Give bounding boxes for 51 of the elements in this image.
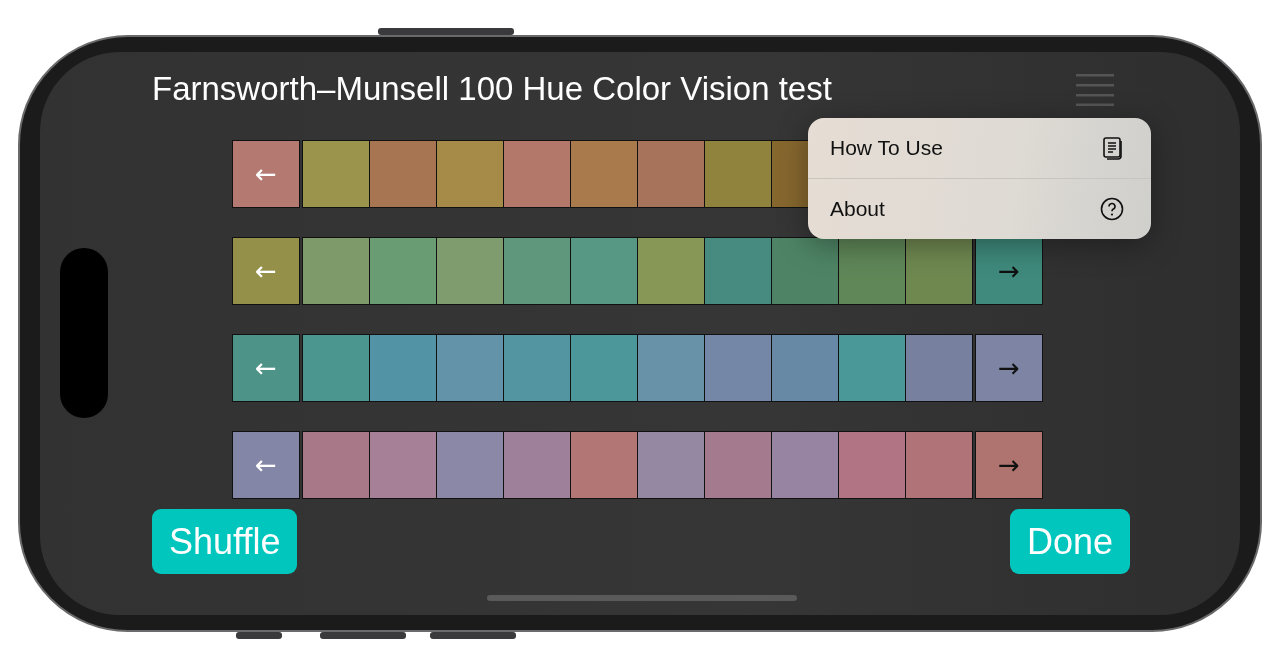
color-tile[interactable] [302, 431, 370, 499]
action-button[interactable]: Done [1009, 509, 1130, 574]
app-title: Farnsworth–Munsell 100 Hue Color Vision test [152, 70, 832, 108]
color-tile[interactable] [369, 334, 437, 402]
color-tile[interactable] [704, 431, 772, 499]
color-tile[interactable] [503, 140, 571, 208]
arrow-tile[interactable]: ← [232, 140, 300, 208]
color-tile[interactable] [905, 431, 973, 499]
color-tile[interactable] [704, 334, 772, 402]
color-tile[interactable] [637, 237, 705, 305]
arrow-tile[interactable]: ← [232, 237, 300, 305]
color-tile[interactable] [302, 237, 370, 305]
color-tile[interactable] [369, 140, 437, 208]
color-tile[interactable] [369, 431, 437, 499]
color-tile[interactable] [637, 140, 705, 208]
color-tile[interactable] [302, 334, 370, 402]
color-tile[interactable] [838, 431, 906, 499]
color-tile[interactable] [436, 334, 504, 402]
color-tile[interactable] [704, 140, 772, 208]
menu-item[interactable]: About [808, 178, 1151, 239]
color-tile[interactable] [570, 431, 638, 499]
menu-item[interactable]: How To Use [808, 118, 1151, 178]
color-tile[interactable] [771, 237, 839, 305]
color-tile[interactable] [503, 237, 571, 305]
color-tile[interactable] [704, 237, 772, 305]
help-icon [1100, 197, 1124, 221]
color-tile[interactable] [905, 334, 973, 402]
color-tile[interactable] [570, 334, 638, 402]
color-tile[interactable] [503, 334, 571, 402]
color-tile[interactable] [637, 334, 705, 402]
color-tile[interactable] [570, 237, 638, 305]
color-tile[interactable] [838, 334, 906, 402]
arrow-tile[interactable]: → [975, 237, 1043, 305]
document-icon [1102, 135, 1124, 161]
arrow-tile[interactable]: → [975, 334, 1043, 402]
arrow-tile[interactable]: ← [232, 431, 300, 499]
color-tile[interactable] [436, 140, 504, 208]
color-tile[interactable] [302, 140, 370, 208]
color-tile[interactable] [436, 237, 504, 305]
color-tile[interactable] [771, 431, 839, 499]
color-tile[interactable] [771, 334, 839, 402]
color-tile[interactable] [503, 431, 571, 499]
color-tile[interactable] [436, 431, 504, 499]
arrow-tile[interactable]: → [975, 431, 1043, 499]
color-tile[interactable] [838, 237, 906, 305]
arrow-tile[interactable]: ← [232, 334, 300, 402]
action-button[interactable]: Shuffle [152, 509, 298, 574]
color-tile[interactable] [570, 140, 638, 208]
color-tile[interactable] [637, 431, 705, 499]
color-tile[interactable] [905, 237, 973, 305]
color-tile[interactable] [369, 237, 437, 305]
